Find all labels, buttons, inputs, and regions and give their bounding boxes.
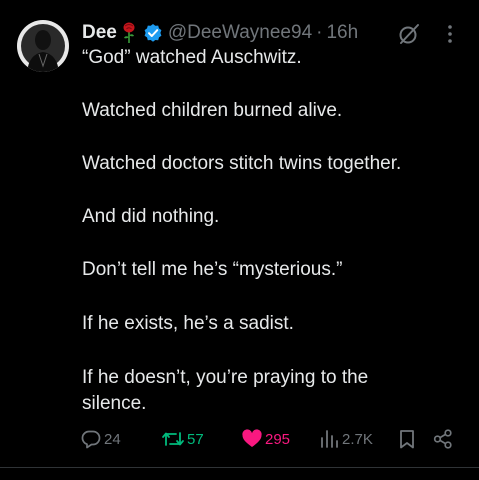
more-icon[interactable] xyxy=(446,24,454,44)
tweet-actions: 24 57 295 2.7K xyxy=(80,426,460,452)
reply-count: 24 xyxy=(104,430,121,448)
meta-separator: · xyxy=(316,22,323,43)
tweet-line: silence. xyxy=(82,393,147,414)
tweet-line: And did nothing. xyxy=(82,206,220,227)
tweet-line: Watched children burned alive. xyxy=(82,100,343,121)
author-handle[interactable]: @DeeWaynee94 xyxy=(168,22,312,44)
heart-icon xyxy=(242,429,262,447)
views-count: 2.7K xyxy=(342,430,373,448)
repost-button[interactable]: 57 xyxy=(161,426,204,452)
views-icon xyxy=(321,430,338,448)
repost-icon xyxy=(162,432,184,446)
bookmark-icon xyxy=(400,430,414,449)
tweet-line: Watched doctors stitch twins together. xyxy=(82,153,402,174)
tweet-divider xyxy=(0,467,479,468)
author-name[interactable]: Dee xyxy=(82,22,117,44)
reply-icon xyxy=(81,430,101,449)
like-count: 295 xyxy=(265,430,291,448)
tweet[interactable]: Dee @DeeWaynee94 · 16h “God” watched Aus… xyxy=(0,0,479,467)
reply-button[interactable]: 24 xyxy=(80,426,121,452)
tweet-time[interactable]: 16h xyxy=(326,22,358,44)
repost-count: 57 xyxy=(187,430,204,448)
bookmark-button[interactable] xyxy=(396,426,418,452)
views-button[interactable]: 2.7K xyxy=(318,426,373,452)
avatar-image xyxy=(17,20,69,72)
share-icon xyxy=(433,429,452,449)
tweet-line: If he exists, he’s a sadist. xyxy=(82,313,294,334)
like-button[interactable]: 295 xyxy=(241,426,290,452)
share-button[interactable] xyxy=(432,426,454,452)
tweet-line: Don’t tell me he’s “mysterious.” xyxy=(82,259,343,280)
tweet-line: “God” watched Auschwitz. xyxy=(82,47,302,68)
verified-badge-icon[interactable] xyxy=(143,23,163,43)
grok-icon[interactable] xyxy=(397,22,421,46)
tweet-header: Dee @DeeWaynee94 · 16h xyxy=(82,19,358,47)
tweet-line: If he doesn’t, you’re praying to the xyxy=(82,367,369,388)
avatar[interactable] xyxy=(17,20,69,72)
rose-icon xyxy=(122,22,136,44)
